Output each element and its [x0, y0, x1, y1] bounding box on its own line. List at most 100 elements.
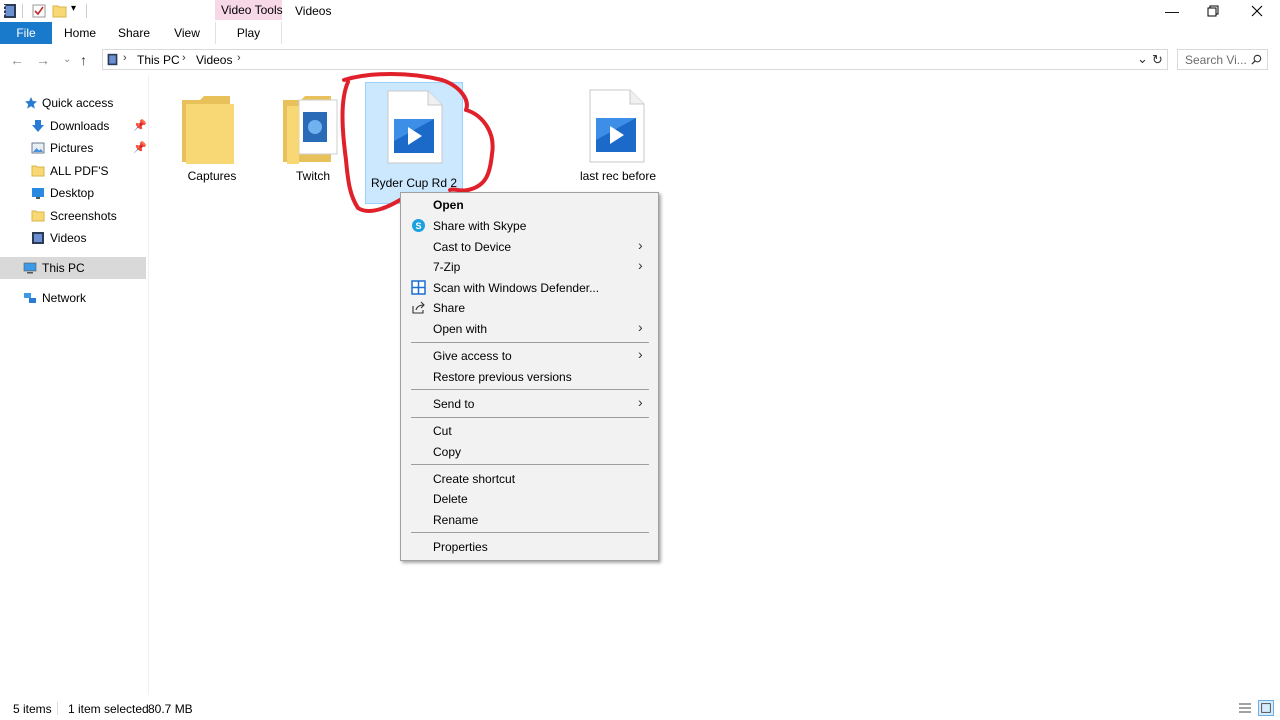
recent-locations-icon[interactable]: ⌄ [63, 54, 71, 65]
file-item-twitch[interactable]: Twitch [267, 82, 359, 192]
folder-icon [31, 210, 45, 222]
breadcrumb-videos[interactable]: Videos [196, 53, 232, 67]
status-divider [57, 702, 58, 715]
menu-item-7zip[interactable]: 7-Zip › [401, 256, 658, 277]
pin-icon[interactable]: 📌 [133, 119, 147, 132]
back-arrow-icon[interactable]: ← [10, 52, 24, 68]
status-item-count: 5 items [13, 702, 52, 716]
menu-label: Give access to [433, 349, 512, 363]
nav-item-desktop[interactable]: Desktop [0, 182, 146, 204]
file-label: Ryder Cup Rd 2 [370, 176, 458, 190]
breadcrumb-chevron-icon[interactable]: › [182, 52, 186, 64]
nav-item-screenshots[interactable]: Screenshots [0, 205, 146, 227]
tab-home[interactable]: Home [56, 22, 104, 44]
skype-icon: S [412, 219, 425, 232]
menu-label: Delete [433, 492, 468, 506]
nav-label: Pictures [50, 141, 94, 155]
nav-label: Quick access [42, 96, 114, 110]
nav-item-this-pc[interactable]: This PC [0, 257, 146, 279]
nav-label: Downloads [50, 119, 110, 133]
forward-arrow-icon[interactable]: → [36, 52, 50, 68]
menu-label: Properties [433, 540, 488, 554]
large-icons-view-icon[interactable] [1258, 700, 1274, 716]
file-label: Twitch [295, 169, 330, 183]
file-item-ryder-cup[interactable]: Ryder Cup Rd 2 [365, 82, 463, 204]
menu-item-delete[interactable]: Delete [401, 488, 658, 509]
address-row: ← → ⌄ ↑ › This PC › Videos › ⌄ ↻ Search … [0, 44, 1280, 75]
menu-label: Send to [433, 397, 475, 411]
pin-icon[interactable]: 📌 [133, 141, 147, 154]
video-tools-label: Video Tools [221, 3, 283, 17]
tab-view[interactable]: View [163, 22, 211, 44]
nav-item-videos[interactable]: Videos [0, 227, 146, 249]
refresh-icon[interactable]: ↻ [1152, 52, 1163, 68]
menu-label: Open with [433, 322, 488, 336]
menu-item-share-with-skype[interactable]: S Share with Skype [401, 215, 658, 236]
menu-label: Restore previous versions [433, 370, 572, 384]
status-bar: 5 items 1 item selected 80.7 MB [0, 697, 1280, 720]
qat-dropdown-icon[interactable]: ▾ [71, 3, 76, 14]
nav-item-pictures[interactable]: Pictures 📌 [0, 137, 147, 159]
close-button[interactable] [1234, 0, 1280, 22]
menu-item-open[interactable]: Open [401, 194, 658, 215]
nav-item-quick-access[interactable]: Quick access [0, 92, 146, 114]
search-icon [1251, 54, 1262, 65]
up-arrow-icon[interactable]: ↑ [80, 52, 87, 68]
video-file-icon [387, 90, 443, 164]
nav-label: Network [42, 291, 87, 305]
minimize-button[interactable]: — [1149, 0, 1195, 22]
svg-text:S: S [415, 221, 421, 231]
breadcrumb-this-pc[interactable]: This PC [137, 53, 180, 67]
submenu-chevron-icon: › [638, 346, 643, 362]
menu-label: Create shortcut [433, 472, 516, 486]
restore-button[interactable] [1190, 0, 1236, 22]
menu-item-create-shortcut[interactable]: Create shortcut [401, 468, 658, 489]
nav-item-all-pdfs[interactable]: ALL PDF'S [0, 160, 146, 182]
folder-icon [31, 165, 45, 177]
new-folder-icon[interactable] [52, 3, 68, 19]
video-folder-icon [32, 232, 44, 244]
file-item-captures[interactable]: Captures [166, 82, 258, 192]
menu-label: Share [433, 301, 466, 315]
menu-label: Copy [433, 445, 462, 459]
tab-file[interactable]: File [0, 22, 52, 44]
menu-separator [411, 389, 649, 390]
menu-item-send-to[interactable]: Send to › [401, 393, 658, 414]
folder-icon [182, 96, 234, 164]
tab-play[interactable]: Play [215, 22, 282, 44]
menu-item-properties[interactable]: Properties [401, 536, 658, 557]
properties-check-icon[interactable] [31, 3, 47, 19]
menu-item-rename[interactable]: Rename [401, 509, 658, 530]
share-icon [412, 301, 425, 314]
menu-item-cast-to-device[interactable]: Cast to Device › [401, 236, 658, 257]
menu-item-cut[interactable]: Cut [401, 420, 658, 441]
file-label: Captures [187, 169, 237, 183]
menu-separator [411, 342, 649, 343]
address-dropdown-icon[interactable]: ⌄ [1137, 51, 1148, 67]
details-view-icon[interactable] [1237, 700, 1253, 716]
menu-label: 7-Zip [433, 260, 461, 274]
nav-label: Videos [50, 231, 87, 245]
menu-item-give-access[interactable]: Give access to › [401, 345, 658, 366]
menu-item-scan-defender[interactable]: Scan with Windows Defender... [401, 277, 658, 298]
nav-item-downloads[interactable]: Downloads 📌 [0, 115, 147, 137]
breadcrumb-chevron-icon[interactable]: › [123, 52, 127, 64]
search-placeholder: Search Vi... [1185, 53, 1247, 67]
menu-separator [411, 464, 649, 465]
submenu-chevron-icon: › [638, 237, 643, 253]
breadcrumb-chevron-icon[interactable]: › [237, 52, 241, 64]
menu-item-copy[interactable]: Copy [401, 441, 658, 462]
address-bar[interactable]: › This PC › Videos › ⌄ ↻ [102, 49, 1168, 70]
download-arrow-icon [32, 120, 44, 132]
search-box[interactable]: Search Vi... [1177, 49, 1268, 70]
menu-item-share[interactable]: Share [401, 297, 658, 318]
desktop-icon [32, 188, 44, 199]
menu-item-restore-versions[interactable]: Restore previous versions [401, 366, 658, 387]
tab-share[interactable]: Share [110, 22, 158, 44]
menu-item-open-with[interactable]: Open with › [401, 318, 658, 339]
nav-item-network[interactable]: Network [0, 287, 146, 309]
close-icon [1251, 5, 1263, 17]
file-item-last-rec[interactable]: last rec before [570, 82, 662, 192]
submenu-chevron-icon: › [638, 257, 643, 273]
video-file-icon [589, 89, 645, 163]
